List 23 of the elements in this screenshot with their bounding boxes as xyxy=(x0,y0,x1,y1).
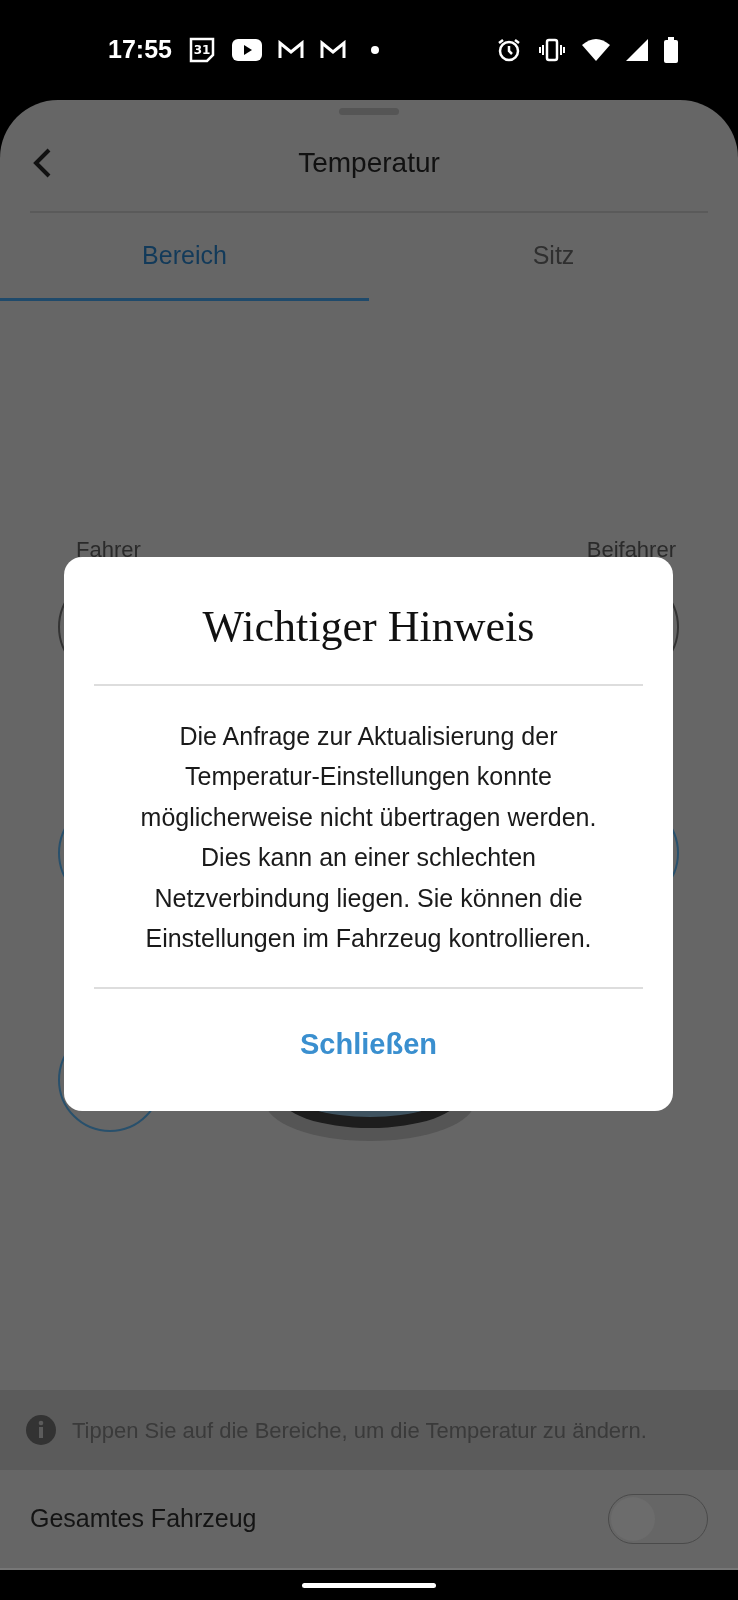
home-indicator[interactable] xyxy=(302,1582,436,1588)
wifi-icon xyxy=(582,39,610,61)
back-button[interactable] xyxy=(32,147,52,179)
clock: 17:55 xyxy=(108,34,172,66)
mail-icon xyxy=(277,40,304,60)
page-title: Temperatur xyxy=(298,146,440,180)
alarm-icon xyxy=(496,37,522,63)
tab[interactable]: Bereich xyxy=(0,213,369,301)
dialog-title: Wichtiger Hinweis xyxy=(94,557,643,686)
toggle-label: Gesamtes Fahrzeug xyxy=(30,1503,257,1535)
video-play-icon xyxy=(231,39,262,61)
tab[interactable]: Sitz xyxy=(369,213,738,301)
vibrate-icon xyxy=(538,38,566,62)
info-icon xyxy=(26,1415,56,1445)
back-icon xyxy=(32,147,52,179)
close-button[interactable]: Schließen xyxy=(280,1014,457,1075)
dialog-message: Die Anfrage zur Aktualisierung der Temperatur-Einstellungen konnte möglicherweise nicht übertragen werden. Dies kann an einer schlechten Netzverbindung liegen. Sie können die Einstellungen im Fahrzeug kontrollieren. xyxy=(94,685,643,989)
toggle-switch[interactable] xyxy=(608,1494,708,1544)
dot-icon xyxy=(369,45,380,55)
calendar-icon: 31 xyxy=(187,36,216,64)
mail-icon xyxy=(319,40,346,60)
signal-icon xyxy=(626,39,648,61)
battery-icon xyxy=(664,37,678,63)
